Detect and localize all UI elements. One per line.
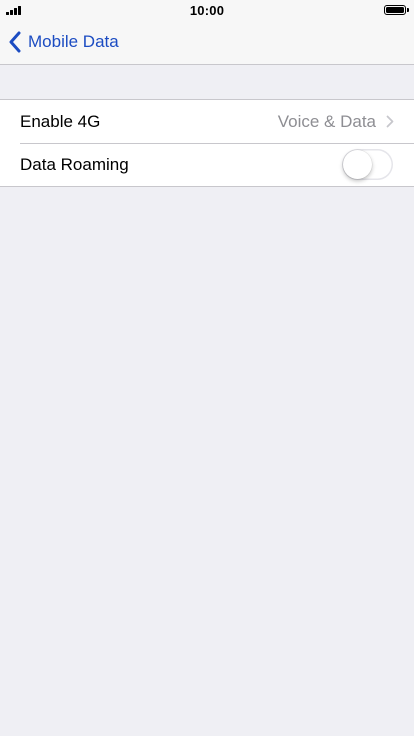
back-button[interactable]: Mobile Data [8, 20, 119, 64]
status-bar: 10:00 [0, 0, 414, 20]
chevron-right-icon [386, 115, 394, 128]
back-button-label: Mobile Data [28, 32, 119, 51]
data-roaming-toggle[interactable] [342, 149, 393, 180]
battery-icon [384, 5, 406, 15]
settings-group: Enable 4G Voice & Data Data Roaming [0, 99, 414, 187]
status-time: 10:00 [189, 3, 225, 18]
data-roaming-label: Data Roaming [20, 154, 129, 174]
toggle-knob [343, 150, 372, 179]
chevron-left-icon [9, 31, 21, 53]
settings-row-enable-4g[interactable]: Enable 4G Voice & Data [0, 100, 414, 143]
settings-row-data-roaming: Data Roaming [0, 143, 414, 186]
enable-4g-value: Voice & Data [277, 111, 376, 131]
navigation-bar: Mobile Data [0, 20, 414, 65]
battery-tip [407, 8, 409, 12]
enable-4g-label: Enable 4G [20, 111, 101, 131]
